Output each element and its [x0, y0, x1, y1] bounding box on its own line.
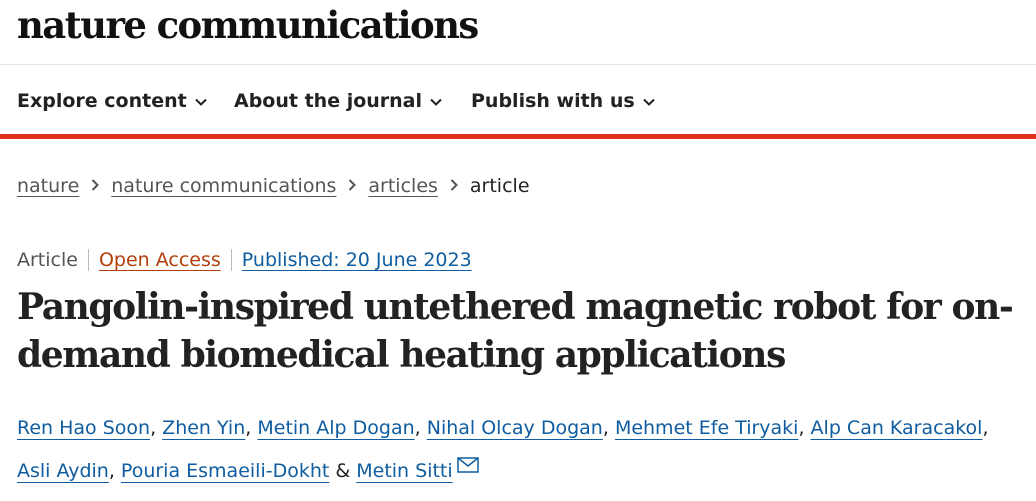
chevron-right-icon [348, 171, 357, 199]
author-link[interactable]: Alp Can Karacakol [811, 417, 983, 439]
article-type: Article [17, 249, 89, 271]
nav-about-journal[interactable]: About the journal [234, 87, 442, 116]
author-list: Ren Hao Soon, Zhen Yin, Metin Alp Dogan,… [17, 407, 1027, 493]
nav-item-label: Publish with us [471, 90, 635, 112]
breadcrumb-link-nature[interactable]: nature [17, 175, 79, 197]
article-title: Pangolin-inspired untethered magnetic ro… [17, 286, 1014, 376]
site-logo[interactable]: nature communications [17, 2, 479, 48]
article-meta: Article Open Access Published: 20 June 202… [17, 246, 472, 274]
chevron-down-icon [194, 86, 207, 114]
envelope-icon[interactable] [456, 446, 479, 489]
author-link[interactable]: Pouria Esmaeili-Dokht [121, 460, 329, 482]
open-access-link[interactable]: Open Access [98, 249, 232, 271]
author-link[interactable]: Zhen Yin [162, 417, 245, 439]
breadcrumb-current: article [469, 175, 530, 197]
author-link[interactable]: Metin Sitti [356, 460, 452, 482]
breadcrumb-link-nature-communications[interactable]: nature communications [111, 175, 336, 197]
nav-explore-content[interactable]: Explore content [17, 87, 207, 116]
author-link[interactable]: Mehmet Efe Tiryaki [615, 417, 799, 439]
chevron-down-icon [642, 86, 655, 114]
author-link[interactable]: Nihal Olcay Dogan [427, 417, 603, 439]
breadcrumb: nature nature communications articles artic… [17, 172, 530, 201]
nav-item-label: About the journal [234, 90, 423, 112]
chevron-down-icon [430, 86, 442, 114]
published-date-link[interactable]: Published: 20 June 2023 [242, 249, 472, 271]
author-link[interactable]: Ren Hao Soon [17, 417, 150, 439]
nav-publish-with-us[interactable]: Publish with us [471, 87, 655, 116]
author-link[interactable]: Asli Aydin [17, 460, 109, 482]
chevron-right-icon [450, 171, 458, 199]
nav-item-label: Explore content [17, 90, 187, 112]
chevron-right-icon [91, 171, 100, 199]
site-header: nature communications [0, 0, 1036, 65]
breadcrumb-link-articles[interactable]: articles [368, 175, 438, 197]
main-nav: Explore content About the journal Publis… [0, 65, 1036, 139]
author-link[interactable]: Metin Alp Dogan [257, 417, 414, 439]
